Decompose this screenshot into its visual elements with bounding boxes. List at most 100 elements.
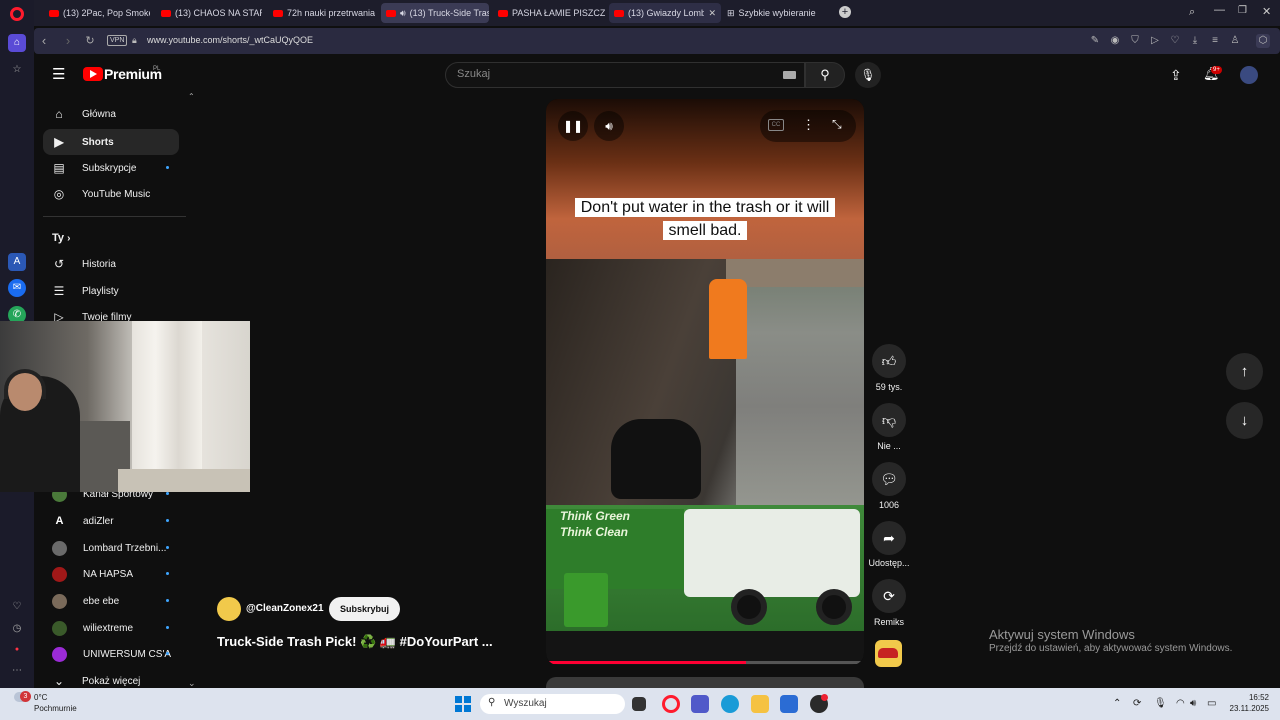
chevron-up-icon[interactable]: ⌃ [188,92,195,101]
chevron-right-icon: › [67,233,71,244]
subscribe-button[interactable]: Subskrybuj [329,597,401,621]
play-icon[interactable]: ▷ [1148,34,1162,48]
search-button[interactable]: ⚲ [805,62,845,88]
subscription-item[interactable]: NA HAPSA [43,561,179,587]
you-section-heading[interactable]: Ty › [52,232,70,244]
channel-avatar [52,593,67,609]
tab-speed-dial[interactable]: ⊞ Szybkie wybieranie [722,3,834,23]
volume-icon[interactable]: 🔊︎ [1190,698,1196,709]
close-window-button[interactable]: ✕ [1262,5,1271,18]
tab-5[interactable]: PASHA ŁAMIE PISZCZEL! [493,3,605,23]
close-tab-icon[interactable]: ✕ [708,8,716,19]
ublock-icon[interactable]: ● [8,641,26,659]
windows-start-icon[interactable] [455,696,471,712]
more-icon[interactable]: ⋯ [8,662,26,680]
like-button[interactable]: 👍︎ [872,344,906,378]
wifi-icon[interactable]: ◠ [1176,698,1185,709]
temperature[interactable]: 0°C [34,693,47,702]
sidebar-item-shorts[interactable]: ▶ Shorts [43,129,179,155]
video-frame-driveway [736,259,864,505]
messenger-icon[interactable]: ✉ [8,279,26,297]
restore-button[interactable]: ❐ [1238,5,1247,16]
menu-icon[interactable]: ≡ [1208,34,1222,48]
comments-button[interactable]: 💬︎ [872,462,906,496]
taskbar-search-input[interactable] [480,694,625,714]
previous-short-button[interactable]: ↑ [1226,353,1263,390]
keyboard-icon[interactable] [783,71,796,79]
back-button[interactable]: ‹ [36,33,52,49]
subscription-item[interactable]: wiliextreme [43,615,179,641]
next-short-button[interactable]: ↓ [1226,402,1263,439]
battery-icon[interactable]: ▭ [1207,698,1216,709]
captions-icon[interactable]: CC [768,119,784,131]
sidebar-item-playlists[interactable]: ☰ Playlisty [43,278,179,304]
store-icon[interactable] [780,695,798,713]
file-explorer-icon[interactable] [751,695,769,713]
new-tab-button[interactable]: + [839,6,851,18]
channel-avatar[interactable] [217,597,241,621]
heart-icon[interactable]: ♡ [8,598,26,616]
vpn-badge[interactable]: VPN [107,35,128,46]
minimize-button[interactable]: — [1214,4,1225,16]
aria-icon[interactable]: A [8,253,26,271]
tab-3[interactable]: 72h nauki przetrwania - c [268,3,376,23]
chevron-up-icon[interactable]: ⌃ [1113,698,1121,709]
clock-date[interactable]: 23.11.2025 [1221,704,1269,713]
search-input[interactable] [445,62,805,88]
extensions-icon[interactable]: ⬡ [1256,34,1270,48]
tab-1[interactable]: (13) 2Pac, Pop Smoke - W [44,3,150,23]
more-options-icon[interactable]: ⋮ [802,117,815,133]
share-button[interactable]: ➦ [872,521,906,555]
opera-logo-icon[interactable] [10,7,24,21]
channel-name[interactable]: @CleanZonex21 [246,603,324,614]
tab-6[interactable]: (13) Gwiazdy Lombard✕ [609,3,721,23]
clock-icon[interactable]: ◷ [8,620,26,638]
reload-button[interactable]: ↻ [82,33,98,49]
url-field[interactable]: www.youtube.com/shorts/_wtCaUQyQOE [147,35,313,45]
pause-icon[interactable]: ❚❚ [558,111,588,141]
tab-4-active[interactable]: 🔊︎ (13) Truck-Side Trash [381,3,489,23]
clock-time[interactable]: 16:52 [1233,693,1269,702]
sidebar-item-youtube-music[interactable]: ◎ YouTube Music [43,181,179,207]
sidebar-item-subscriptions[interactable]: ▤ Subskrypcje [43,155,179,181]
youtube-icon [161,9,171,17]
microphone-icon[interactable]: 🎙︎ [1154,698,1167,709]
download-icon[interactable]: ⤓ [1188,34,1202,48]
microphone-icon[interactable]: 🎙︎ [855,62,881,88]
shorts-icon: ▶ [54,135,64,149]
opera-taskbar-icon[interactable] [662,695,680,713]
subscription-item[interactable]: Lombard Trzebni... [43,535,179,561]
teams-icon[interactable] [691,695,709,713]
star-icon[interactable]: ☆ [8,61,26,79]
sidebar-item-home[interactable]: ⌂ Główna [43,101,179,127]
task-view-icon[interactable] [632,697,646,711]
heart-icon[interactable]: ♡ [1168,34,1182,48]
subscription-item[interactable]: UNIWERSUM CS'A [43,641,179,667]
new-content-dot [166,626,169,629]
sidebar-item-history[interactable]: ↺ Historia [43,251,179,277]
short-title[interactable]: Truck-Side Trash Pick! ♻️ 🚛 #DoYourPart … [217,634,493,650]
tab-search-icon[interactable]: ⌕ [1189,6,1195,19]
profile-icon[interactable]: ♙ [1228,34,1242,48]
subscription-item[interactable]: AadiZler [43,508,179,534]
dislike-button[interactable]: 👎︎ [872,403,906,437]
subscription-item[interactable]: ebe ebe [43,588,179,614]
weather-condition[interactable]: Pochmurnie [34,704,77,713]
avatar[interactable] [1240,66,1258,84]
volume-icon[interactable]: 🔊︎ [594,111,624,141]
shield-icon[interactable]: ⛉ [1128,34,1142,48]
upload-icon[interactable]: ⇪ [1170,67,1182,84]
tab-2[interactable]: (13) CHAOS NA STARCIE, [156,3,262,23]
fullscreen-icon[interactable]: ⤡ [832,117,842,132]
edit-icon[interactable]: ✎ [1088,34,1102,48]
menu-icon[interactable]: ☰ [52,67,68,83]
sync-icon[interactable]: ⟳ [1133,698,1141,709]
edge-icon[interactable] [721,695,739,713]
remix-button[interactable]: ⟳ [872,579,906,613]
home-icon[interactable]: ⌂ [8,34,26,52]
camera-icon[interactable]: ◉ [1108,34,1122,48]
trash-bags [611,419,701,499]
shorts-player[interactable]: Think Green Think Clean Don't put water … [546,99,864,665]
channel-avatar [52,540,67,556]
forward-button[interactable]: › [60,33,76,49]
